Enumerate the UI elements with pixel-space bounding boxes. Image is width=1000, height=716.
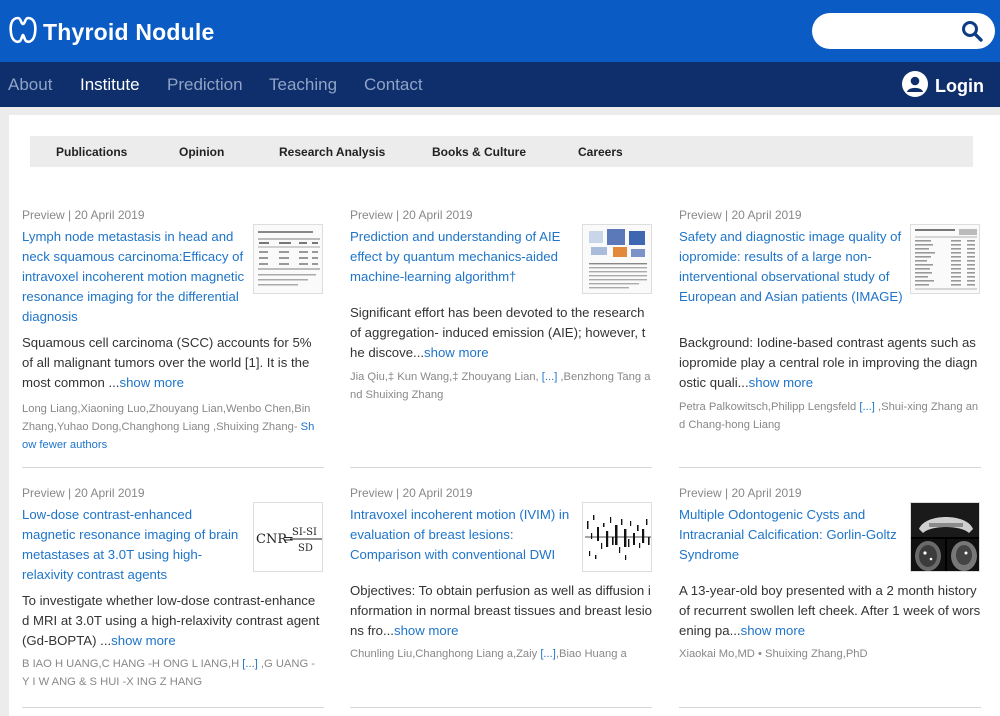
article-card: Preview | 20 April 2019 Prediction and u…	[350, 208, 575, 287]
article-meta: Preview | 20 April 2019	[350, 486, 473, 500]
article-card: Preview | 20 April 2019 Lymph node metas…	[22, 208, 247, 327]
login-button[interactable]: Login	[902, 71, 984, 102]
article-thumbnail[interactable]: CNR = SI-SI SD	[253, 502, 323, 572]
authors-text: B IAO H UANG,C HANG -H ONG L IANG,H	[22, 658, 243, 670]
abstract-text: Significant effort has been devoted to t…	[350, 305, 646, 360]
divider	[679, 707, 981, 708]
search-icon[interactable]	[961, 20, 983, 42]
thyroid-icon	[8, 14, 38, 51]
article-thumbnail[interactable]	[253, 224, 323, 294]
article-card: Preview | 20 April 2019 Safety and diagn…	[679, 208, 904, 307]
subnav-publications[interactable]: Publications	[56, 145, 127, 159]
article-abstract: To investigate whether low-dose contrast…	[22, 591, 320, 651]
site-title: Thyroid Nodule	[43, 19, 215, 45]
divider	[679, 467, 981, 468]
article-thumbnail[interactable]	[582, 224, 652, 294]
nav-institute[interactable]: Institute	[80, 75, 140, 95]
show-more-link[interactable]: show more	[119, 375, 184, 390]
sub-nav: Publications Opinion Research Analysis B…	[30, 136, 973, 167]
authors-text: Petra Palkowitsch,Philipp Lengsfeld	[679, 401, 860, 413]
article-abstract: A 13-year-old boy presented with a 2 mon…	[679, 581, 981, 641]
article-meta: Preview | 20 April 2019	[350, 208, 473, 222]
top-header: Thyroid Nodule	[0, 0, 1000, 62]
article-abstract: Squamous cell carcinoma (SCC) accounts f…	[22, 333, 320, 393]
article-card: Preview | 20 April 2019 Intravoxel incoh…	[350, 486, 575, 565]
article-title[interactable]: Intravoxel incoherent motion (IVIM) in e…	[350, 505, 575, 565]
expand-authors-link[interactable]: [...]	[540, 648, 556, 660]
user-icon	[902, 71, 928, 102]
authors-text: Jia Qiu,‡ Kun Wang,‡ Zhouyang Lian,	[350, 371, 542, 383]
article-abstract: Background: Iodine-based contrast agents…	[679, 333, 981, 393]
nav-about[interactable]: About	[8, 75, 52, 95]
login-label: Login	[935, 76, 984, 96]
article-authors: B IAO H UANG,C HANG -H ONG L IANG,H [...…	[22, 655, 320, 691]
article-abstract: Significant effort has been devoted to t…	[350, 303, 652, 363]
divider	[22, 467, 324, 468]
expand-authors-link[interactable]: [...]	[859, 401, 875, 413]
article-title[interactable]: Lymph node metastasis in head and neck s…	[22, 227, 247, 327]
authors-tail-text: ,Biao Huang a	[555, 648, 627, 660]
divider	[350, 707, 652, 708]
article-authors: Petra Palkowitsch,Philipp Lengsfeld [...…	[679, 398, 981, 434]
article-meta: Preview | 20 April 2019	[679, 208, 802, 222]
site-logo[interactable]: Thyroid Nodule	[8, 14, 214, 51]
authors-text: Xiaokai Mo,MD • Shuixing Zhang,PhD	[679, 648, 868, 660]
article-meta: Preview | 20 April 2019	[22, 486, 145, 500]
article-authors: Jia Qiu,‡ Kun Wang,‡ Zhouyang Lian, [...…	[350, 368, 652, 404]
show-more-link[interactable]: show more	[111, 633, 176, 648]
article-authors: Chunling Liu,Changhong Liang a,Zaiy [...…	[350, 645, 652, 663]
subnav-opinion[interactable]: Opinion	[179, 145, 224, 159]
subnav-research-analysis[interactable]: Research Analysis	[279, 145, 385, 159]
authors-text: Chunling Liu,Changhong Liang a,Zaiy	[350, 648, 541, 660]
search-input[interactable]	[826, 19, 956, 43]
abstract-text: A 13-year-old boy presented with a 2 mon…	[679, 583, 981, 638]
show-more-link[interactable]: show more	[424, 345, 489, 360]
article-thumbnail[interactable]	[910, 502, 980, 572]
svg-text:SD: SD	[298, 543, 313, 554]
divider	[350, 467, 652, 468]
show-more-link[interactable]: show more	[394, 623, 459, 638]
article-title[interactable]: Prediction and understanding of AIE effe…	[350, 227, 575, 287]
article-title[interactable]: Multiple Odontogenic Cysts and Intracran…	[679, 505, 904, 565]
show-more-link[interactable]: show more	[741, 623, 806, 638]
nav-prediction[interactable]: Prediction	[167, 75, 243, 95]
article-card: Preview | 20 April 2019 Low-dose contras…	[22, 486, 247, 585]
subnav-books-culture[interactable]: Books & Culture	[432, 145, 526, 159]
article-title[interactable]: Low-dose contrast-enhanced magnetic reso…	[22, 505, 247, 585]
article-abstract: Objectives: To obtain perfusion as well …	[350, 581, 652, 641]
nav-contact[interactable]: Contact	[364, 75, 423, 95]
abstract-text: Background: Iodine-based contrast agents…	[679, 335, 978, 390]
expand-authors-link[interactable]: [...]	[242, 658, 258, 670]
main-nav: About Institute Prediction Teaching Cont…	[0, 62, 1000, 107]
search-box	[812, 13, 995, 49]
show-more-link[interactable]: show more	[749, 375, 814, 390]
subnav-careers[interactable]: Careers	[578, 145, 623, 159]
article-thumbnail[interactable]	[910, 224, 980, 294]
article-title[interactable]: Safety and diagnostic image quality of i…	[679, 227, 904, 307]
svg-text:SI-SI: SI-SI	[292, 527, 317, 538]
expand-authors-link[interactable]: [...]	[542, 371, 558, 383]
article-authors: Xiaokai Mo,MD • Shuixing Zhang,PhD	[679, 645, 981, 663]
article-meta: Preview | 20 April 2019	[22, 208, 145, 222]
authors-text: Long Liang,Xiaoning Luo,Zhouyang Lian,We…	[22, 403, 311, 433]
article-thumbnail[interactable]	[582, 502, 652, 572]
nav-teaching[interactable]: Teaching	[269, 75, 337, 95]
article-authors: Long Liang,Xiaoning Luo,Zhouyang Lian,We…	[22, 400, 320, 454]
article-meta: Preview | 20 April 2019	[679, 486, 802, 500]
content-panel: Publications Opinion Research Analysis B…	[9, 115, 1000, 716]
divider	[22, 707, 324, 708]
article-card: Preview | 20 April 2019 Multiple Odontog…	[679, 486, 904, 565]
